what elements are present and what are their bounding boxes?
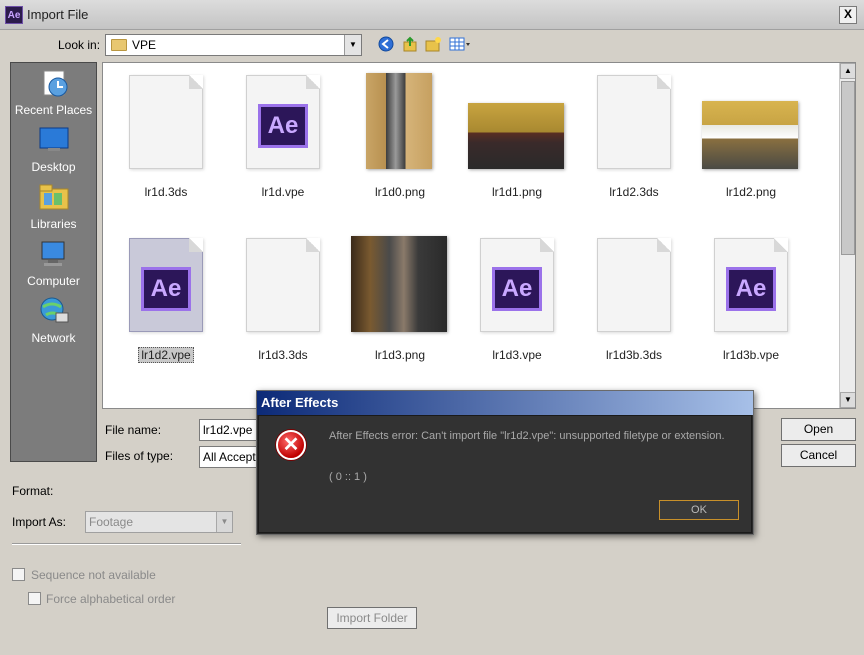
place-network[interactable]: Network [11,295,96,352]
file-item[interactable]: lr1d.3ds [111,73,221,203]
vpe-file-icon: Ae [129,238,203,332]
computer-icon [38,238,70,270]
folder-icon [111,39,127,51]
error-code: ( 0 :: 1 ) [329,471,367,483]
import-as-value: Footage [89,515,134,529]
new-folder-icon[interactable] [424,36,442,54]
recent-places-icon [38,67,70,99]
window-title: Import File [27,7,89,22]
import-as-dropdown[interactable]: Footage ▼ [85,511,233,533]
back-icon[interactable] [377,36,395,54]
files-of-type-dropdown[interactable]: All Accepta [199,446,259,468]
sequence-checkbox[interactable] [12,568,25,581]
chevron-down-icon: ▼ [216,512,232,532]
file-item[interactable]: lr1d3b.3ds [579,236,689,366]
desktop-icon [38,124,70,156]
file-item[interactable]: Ae lr1d.vpe [228,73,338,203]
view-menu-icon[interactable] [449,36,471,54]
look-in-label: Look in: [58,38,101,52]
import-as-label: Import As: [12,515,67,529]
scroll-down-icon[interactable]: ▼ [840,392,855,408]
vertical-scrollbar[interactable]: ▲ ▼ [839,63,855,408]
vpe-file-icon: Ae [480,238,554,332]
error-dialog: After Effects ✕ After Effects error: Can… [256,390,754,535]
file-name-label: File name: [105,423,162,437]
look-in-value: VPE [132,38,157,52]
after-effects-icon: Ae [258,104,308,148]
import-folder-button[interactable]: Import Folder [327,607,417,629]
file-name-input[interactable]: lr1d2.vpe [199,419,259,441]
blank-file-icon [129,75,203,169]
ok-button[interactable]: OK [659,500,739,520]
file-item[interactable]: Ae lr1d3.vpe [462,236,572,366]
place-computer[interactable]: Computer [11,238,96,295]
blank-file-icon [597,75,671,169]
title-bar: Ae Import File X [0,0,864,30]
file-item[interactable]: Ae lr1d3b.vpe [696,236,806,366]
libraries-icon [38,181,70,213]
file-list[interactable]: lr1d.3ds Ae lr1d.vpe lr1d0.png lr1d1.png… [102,62,856,409]
up-folder-icon[interactable] [401,36,419,54]
photo-thumbnail [702,101,798,169]
force-alphabetical-checkbox[interactable] [28,592,41,605]
file-item[interactable]: lr1d2.3ds [579,73,689,203]
error-message: After Effects error: Can't import file "… [329,430,725,442]
cancel-button[interactable]: Cancel [781,444,856,467]
place-recent-places[interactable]: Recent Places [11,67,96,124]
open-button[interactable]: Open [781,418,856,441]
photo-thumbnail [468,103,564,169]
after-effects-icon: Ae [492,267,542,311]
blank-file-icon [246,238,320,332]
blank-file-icon [597,238,671,332]
divider [12,543,241,545]
file-item[interactable]: lr1d1.png [462,73,572,203]
scroll-thumb[interactable] [841,81,855,255]
after-effects-app-icon: Ae [5,6,23,24]
files-of-type-label: Files of type: [105,449,174,463]
file-item[interactable]: lr1d0.png [345,73,455,203]
file-item[interactable]: lr1d3.3ds [228,236,338,366]
after-effects-icon: Ae [726,267,776,311]
place-libraries[interactable]: Libraries [11,181,96,238]
chevron-down-icon[interactable]: ▼ [344,35,361,55]
force-alphabetical-label: Force alphabetical order [46,592,176,606]
after-effects-icon: Ae [141,267,191,311]
vpe-file-icon: Ae [714,238,788,332]
place-desktop[interactable]: Desktop [11,124,96,181]
file-item[interactable]: lr1d3.png [345,236,455,366]
vpe-file-icon: Ae [246,75,320,169]
scroll-up-icon[interactable]: ▲ [840,63,855,79]
error-dialog-body: ✕ After Effects error: Can't import file… [258,415,752,533]
format-label: Format: [12,484,54,498]
file-item[interactable]: Ae lr1d2.vpe [111,236,221,366]
look-in-dropdown[interactable]: VPE ▼ [105,34,362,56]
places-bar: Recent Places Desktop Libraries Computer… [10,62,97,462]
close-button[interactable]: X [839,6,857,24]
error-dialog-title: After Effects [257,391,753,415]
sequence-label: Sequence not available [31,568,156,582]
photo-thumbnail [366,73,432,169]
photo-thumbnail [351,236,447,332]
file-item[interactable]: lr1d2.png [696,73,806,203]
network-icon [38,295,70,327]
error-icon: ✕ [276,430,306,460]
